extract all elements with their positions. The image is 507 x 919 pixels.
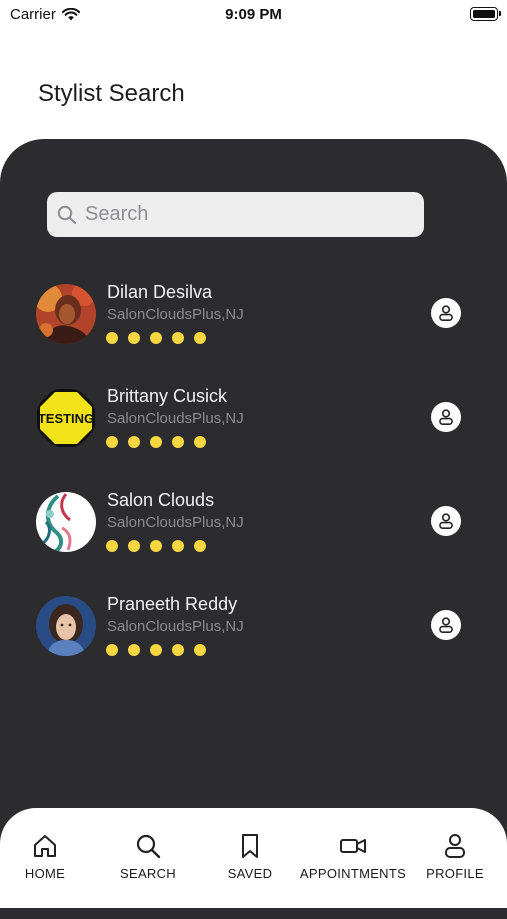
rating-dot [172,332,184,344]
stylist-name: Salon Clouds [107,490,215,510]
tab-search[interactable]: SEARCH [93,832,203,881]
rating-dot [194,540,206,552]
rating-dots [106,644,206,656]
rating-dot [106,332,118,344]
tab-profile[interactable]: PROFILE [400,832,507,881]
person-icon [439,409,453,426]
view-profile-button[interactable] [431,610,461,640]
stylist-name: Brittany Cusick [107,386,228,406]
rating-dot [172,644,184,656]
tab-label: PROFILE [426,866,484,881]
stylist-name: Praneeth Reddy [107,594,238,614]
rating-dot [150,644,162,656]
stylist-row[interactable]: Dilan Desilva SalonCloudsPlus,NJ [0,282,507,364]
search-icon [57,205,77,224]
search-input[interactable]: Search [47,192,424,237]
battery-icon [470,7,501,21]
view-profile-button[interactable] [431,298,461,328]
bookmark-icon [242,834,258,858]
rating-dot [150,540,162,552]
stylist-salon: SalonCloudsPlus,NJ [107,618,244,635]
view-profile-button[interactable] [431,506,461,536]
stylist-row[interactable]: TESTING Brittany Cusick SalonCloudsPlus,… [0,386,507,468]
rating-dot [194,644,206,656]
avatar: TESTING [36,388,96,448]
tab-bar: HOME SEARCH SAVED APPOINTMENTS PROFILE [0,808,507,908]
person-icon [439,617,453,634]
avatar [36,596,96,656]
rating-dot [128,644,140,656]
stylist-row[interactable]: Praneeth Reddy SalonCloudsPlus,NJ [0,594,507,676]
rating-dots [106,436,206,448]
rating-dot [128,332,140,344]
rating-dot [128,436,140,448]
stylist-name: Dilan Desilva [107,282,213,302]
status-time: 9:09 PM [225,6,282,23]
rating-dot [172,540,184,552]
video-camera-icon [340,839,366,853]
avatar-testing-text: TESTING [38,411,94,426]
rating-dot [194,332,206,344]
home-icon [34,835,56,857]
search-placeholder: Search [85,203,149,225]
person-icon [439,513,453,530]
person-icon [439,305,453,322]
rating-dots [106,540,206,552]
rating-dot [150,332,162,344]
stylist-row[interactable]: Salon Clouds SalonCloudsPlus,NJ [0,490,507,572]
stylist-salon: SalonCloudsPlus,NJ [107,306,244,323]
tab-label: SAVED [227,866,273,881]
stylist-salon: SalonCloudsPlus,NJ [107,514,244,531]
rating-dot [172,436,184,448]
status-bar: Carrier 9:09 PM [0,0,507,30]
tab-label: APPOINTMENTS [299,866,407,881]
tab-label: HOME [24,866,66,881]
tab-label: SEARCH [120,866,176,881]
rating-dot [150,436,162,448]
tab-saved[interactable]: SAVED [195,832,305,881]
rating-dot [106,540,118,552]
search-icon [136,834,161,859]
rating-dot [194,436,206,448]
stylist-salon: SalonCloudsPlus,NJ [107,410,244,427]
rating-dot [106,644,118,656]
tab-home[interactable]: HOME [0,832,100,881]
rating-dots [106,332,206,344]
avatar [36,492,96,552]
rating-dot [128,540,140,552]
tab-appointments[interactable]: APPOINTMENTS [298,832,408,881]
page-title: Stylist Search [38,80,185,107]
person-icon [445,834,465,858]
avatar [36,284,96,344]
rating-dot [106,436,118,448]
view-profile-button[interactable] [431,402,461,432]
